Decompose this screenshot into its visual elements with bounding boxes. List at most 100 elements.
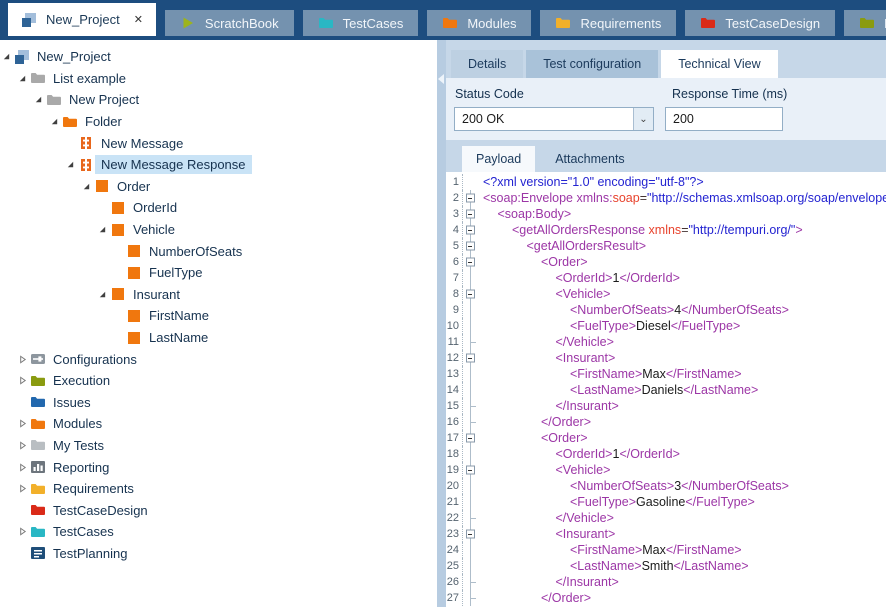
tab-requirements[interactable]: Requirements	[540, 10, 676, 36]
tab-modules[interactable]: Modules	[427, 10, 531, 36]
collapse-node-icon[interactable]	[0, 50, 13, 63]
fold-gutter	[463, 366, 479, 382]
expand-node-icon[interactable]	[16, 461, 29, 474]
tab-execution[interactable]: Execution	[844, 10, 886, 36]
collapse-node-icon[interactable]	[80, 180, 93, 193]
sidebar-item-issues[interactable]: Issues	[0, 392, 437, 414]
fold-toggle-icon[interactable]	[466, 210, 475, 219]
line-number: 14	[446, 382, 463, 398]
tab-attachments[interactable]: Attachments	[541, 146, 638, 172]
sidebar-item-new-project[interactable]: New_Project	[0, 46, 437, 68]
tab-testcases[interactable]: TestCases	[303, 10, 419, 36]
sidebar-item-numberofseats[interactable]: NumberOfSeats	[0, 240, 437, 262]
code-line: 10<FuelType>Diesel</FuelType>	[446, 318, 886, 334]
tab-label: Modules	[467, 16, 516, 31]
collapse-node-icon[interactable]	[96, 223, 109, 236]
tree-item-label: My Tests	[47, 436, 110, 455]
folder-icon	[442, 15, 458, 31]
sidebar-item-my-tests[interactable]: My Tests	[0, 435, 437, 457]
collapse-node-icon[interactable]	[32, 93, 45, 106]
expand-node-icon[interactable]	[16, 417, 29, 430]
tab-details[interactable]: Details	[451, 50, 523, 78]
sidebar-item-new-message[interactable]: New Message	[0, 132, 437, 154]
code-line: 12<Insurant>	[446, 350, 886, 366]
sidebar-item-configurations[interactable]: Configurations	[0, 348, 437, 370]
tree-item-label: TestPlanning	[47, 544, 133, 563]
code-text: </Vehicle>	[479, 334, 614, 350]
fold-toggle-icon[interactable]	[466, 258, 475, 267]
fold-toggle-icon[interactable]	[466, 194, 475, 203]
sidebar-item-lastname[interactable]: LastName	[0, 327, 437, 349]
chevron-down-icon[interactable]: ⌄	[633, 108, 653, 130]
collapse-left-icon[interactable]	[438, 74, 444, 84]
line-number: 11	[446, 334, 463, 350]
close-icon[interactable]: ✕	[134, 13, 143, 26]
fold-toggle-icon[interactable]	[466, 290, 475, 299]
expand-node-icon[interactable]	[16, 353, 29, 366]
collapse-node-icon[interactable]	[96, 288, 109, 301]
sidebar-item-list-example[interactable]: List example	[0, 68, 437, 90]
planning-icon	[30, 545, 46, 561]
tab-new-project[interactable]: New_Project✕	[8, 3, 156, 36]
sidebar-item-testplanning[interactable]: TestPlanning	[0, 543, 437, 565]
response-time-input[interactable]	[665, 107, 783, 131]
collapse-node-icon[interactable]	[64, 158, 77, 171]
fold-toggle-icon[interactable]	[466, 226, 475, 235]
sidebar-item-modules[interactable]: Modules	[0, 413, 437, 435]
tab-label: TestCaseDesign	[725, 16, 820, 31]
fold-gutter	[463, 334, 479, 350]
code-text: <NumberOfSeats>3</NumberOfSeats>	[479, 478, 789, 494]
tab-testcasedesign[interactable]: TestCaseDesign	[685, 10, 835, 36]
fold-toggle-icon[interactable]	[466, 466, 475, 475]
fold-toggle-icon[interactable]	[466, 434, 475, 443]
collapse-node-icon[interactable]	[16, 72, 29, 85]
line-number: 6	[446, 254, 463, 270]
sidebar-item-insurant[interactable]: Insurant	[0, 284, 437, 306]
sidebar-item-requirements[interactable]: Requirements	[0, 478, 437, 500]
sidebar-item-execution[interactable]: Execution	[0, 370, 437, 392]
fold-toggle-icon[interactable]	[466, 530, 475, 539]
sidebar-item-order[interactable]: Order	[0, 176, 437, 198]
collapse-node-icon[interactable]	[48, 115, 61, 128]
fold-toggle-icon[interactable]	[466, 354, 475, 363]
sidebar-item-folder[interactable]: Folder	[0, 111, 437, 133]
status-code-label: Status Code	[455, 87, 524, 101]
sidebar-item-testcasedesign[interactable]: TestCaseDesign	[0, 499, 437, 521]
code-text: <Vehicle>	[479, 462, 610, 478]
element-icon	[126, 265, 142, 281]
sidebar-item-fueltype[interactable]: FuelType	[0, 262, 437, 284]
code-text: <soap:Envelope xmlns:soap="http://schema…	[479, 190, 886, 206]
expand-node-icon[interactable]	[16, 374, 29, 387]
folder-icon	[700, 15, 716, 31]
sidebar-item-reporting[interactable]: Reporting	[0, 456, 437, 478]
expand-node-icon[interactable]	[16, 439, 29, 452]
sidebar-item-new-message-response[interactable]: New Message Response	[0, 154, 437, 176]
sidebar-item-orderid[interactable]: OrderId	[0, 197, 437, 219]
sidebar-item-vehicle[interactable]: Vehicle	[0, 219, 437, 241]
sidebar-item-new-project[interactable]: New Project	[0, 89, 437, 111]
tab-technical-view[interactable]: Technical View	[661, 50, 777, 78]
line-number: 25	[446, 558, 463, 574]
main-area: New_ProjectList exampleNew ProjectFolder…	[0, 40, 886, 607]
tab-scratchbook[interactable]: ScratchBook	[165, 10, 294, 36]
expand-node-icon[interactable]	[16, 482, 29, 495]
code-line: 4<getAllOrdersResponse xmlns="http://tem…	[446, 222, 886, 238]
tab-payload[interactable]: Payload	[462, 146, 535, 172]
expand-node-icon[interactable]	[16, 525, 29, 538]
sidebar-item-testcases[interactable]: TestCases	[0, 521, 437, 543]
code-line: 24<FirstName>Max</FirstName>	[446, 542, 886, 558]
xml-editor[interactable]: 1<?xml version="1.0" encoding="utf-8"?>2…	[446, 172, 886, 607]
code-line: 21<FuelType>Gasoline</FuelType>	[446, 494, 886, 510]
folder-icon	[30, 481, 46, 497]
status-code-select[interactable]: 200 OK ⌄	[454, 107, 654, 131]
element-icon	[126, 308, 142, 324]
sidebar-item-firstname[interactable]: FirstName	[0, 305, 437, 327]
tab-test-configuration[interactable]: Test configuration	[526, 50, 658, 78]
code-text: <OrderId>1</OrderId>	[479, 270, 680, 286]
panel-splitter[interactable]	[437, 40, 446, 607]
detail-tab-strip: DetailsTest configurationTechnical View	[446, 40, 886, 78]
fold-toggle-icon[interactable]	[466, 242, 475, 251]
code-text: <Order>	[479, 254, 588, 270]
tab-label: TestCases	[343, 16, 404, 31]
project-icon	[14, 49, 30, 65]
